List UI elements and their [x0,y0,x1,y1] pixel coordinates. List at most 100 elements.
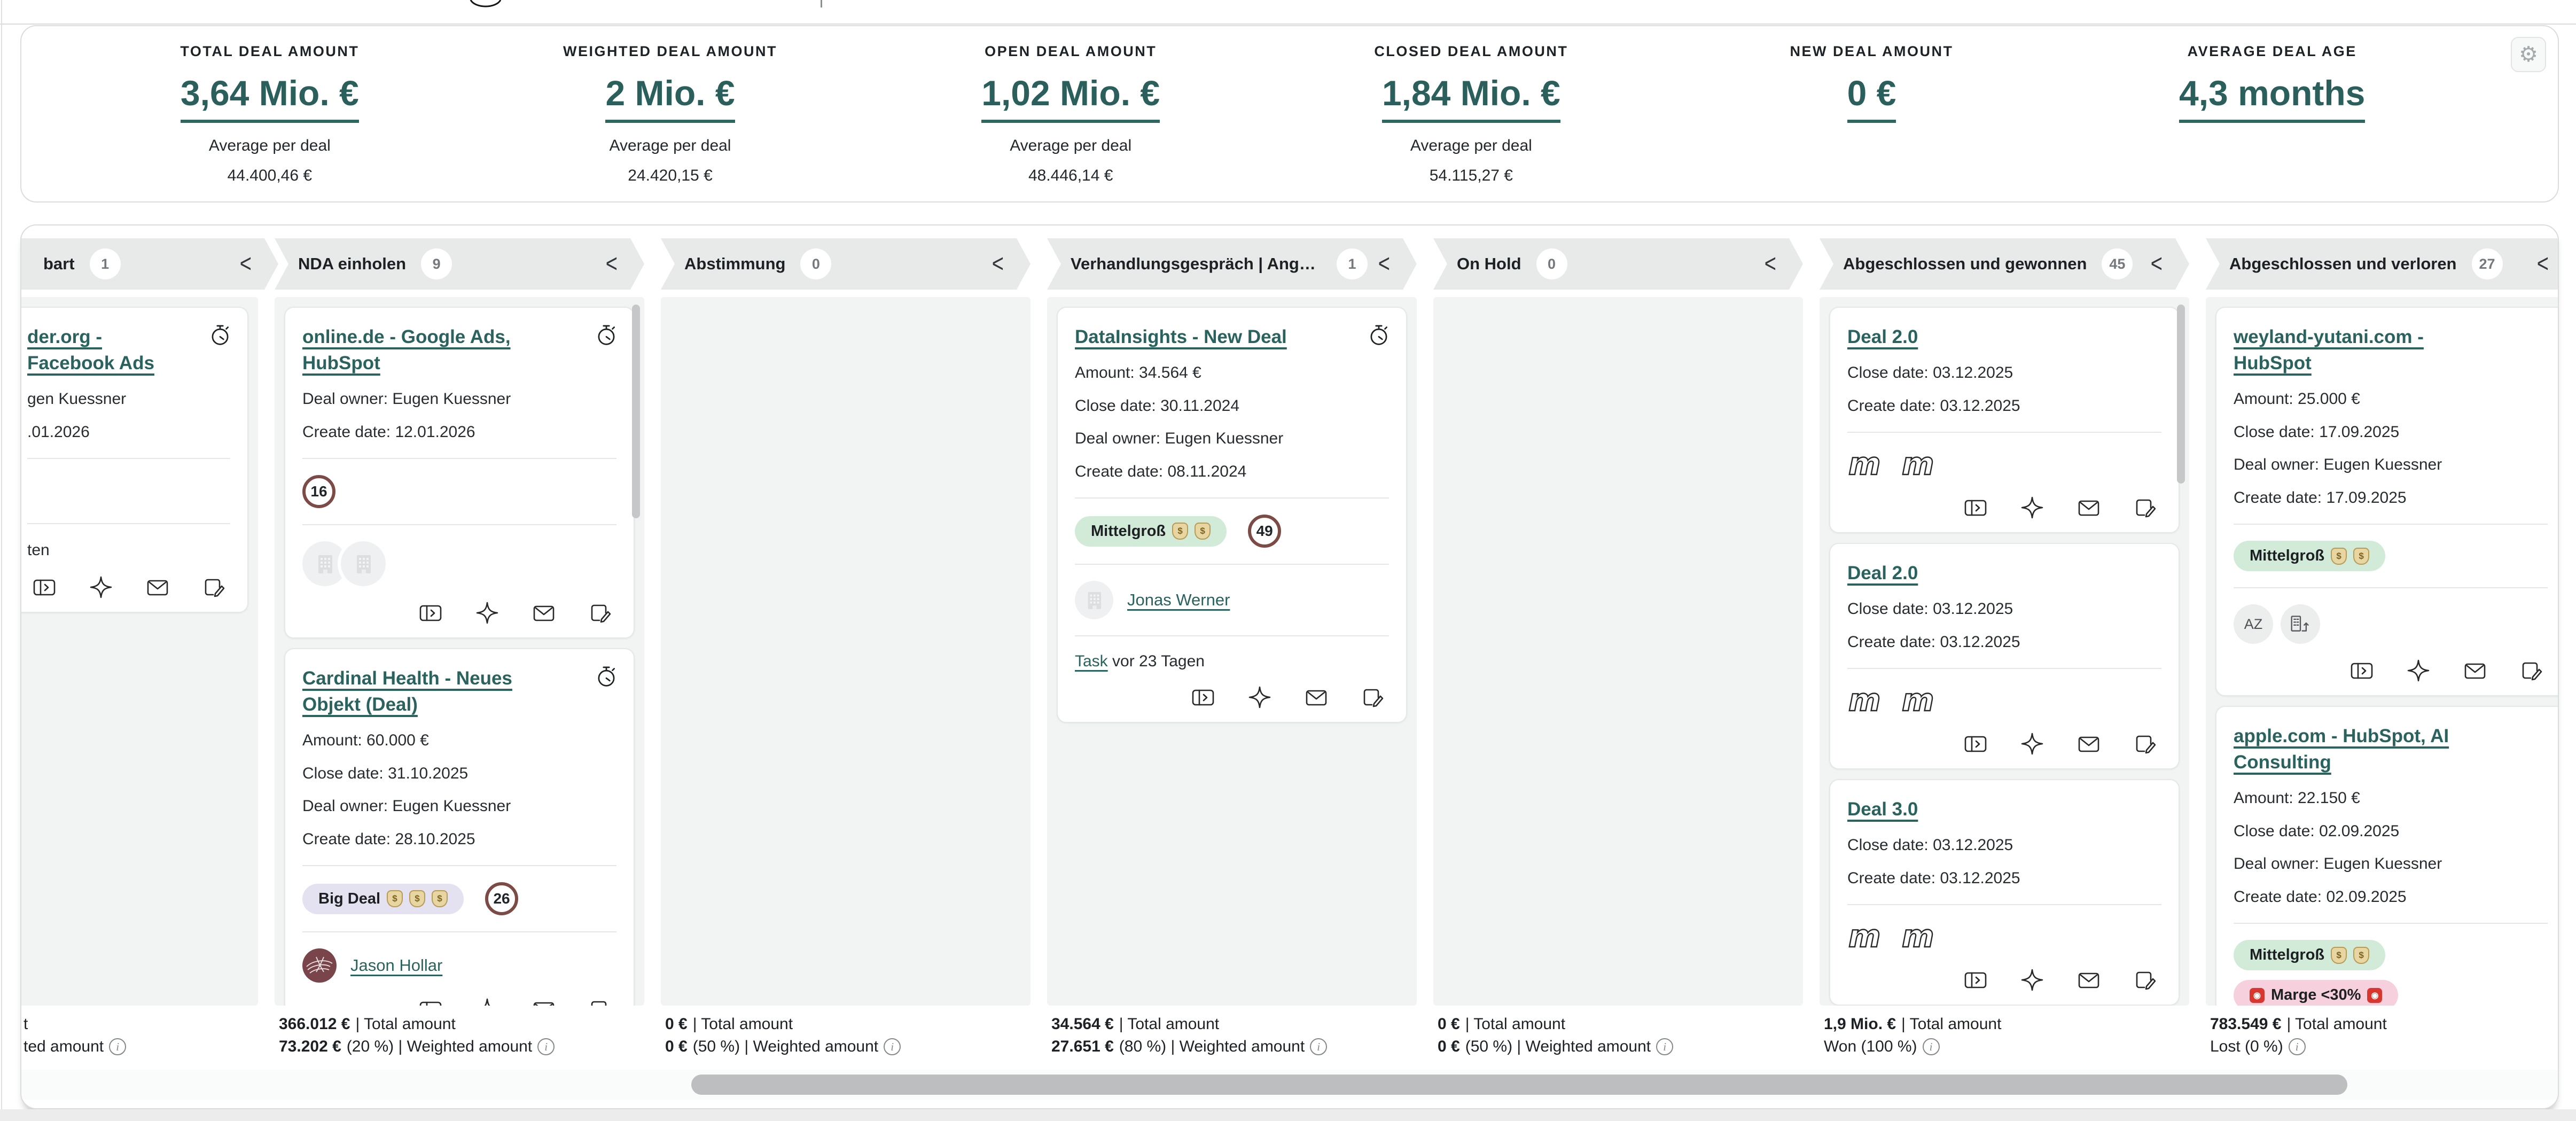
svg-text:m: m [1848,449,1880,481]
ai-sparkle-icon[interactable] [1248,686,1271,709]
info-icon[interactable]: i [537,1038,555,1055]
card-field: Close date: 17.09.2025 [2234,422,2548,442]
info-icon[interactable]: i [1923,1038,1940,1055]
info-icon[interactable]: i [1310,1038,1327,1055]
preview-panel-icon[interactable] [2350,659,2374,682]
note-edit-icon[interactable] [2520,659,2543,682]
total-amount-label: | Total amount [2286,1015,2386,1033]
metric-value-link[interactable]: 3,64 Mio. € [181,73,359,123]
collapse-column-icon[interactable]: < [1378,250,1390,278]
deal-card[interactable]: Cardinal Health - Neues Objekt (Deal) Am… [284,648,635,1006]
metric-value-link[interactable]: 4,3 months [2179,73,2365,123]
info-icon[interactable]: i [884,1038,901,1055]
email-icon[interactable] [2077,732,2101,756]
card-field: Close date: 03.12.2025 [1847,363,2161,383]
collapse-column-icon[interactable]: < [606,250,618,278]
preview-panel-icon[interactable] [1964,968,1987,992]
horizontal-scrollbar-thumb[interactable] [691,1075,2347,1095]
preview-panel-icon[interactable] [419,601,442,625]
deal-title-link[interactable]: DataInsights - New Deal [1075,326,1287,347]
deal-card[interactable]: online.de - Google Ads, HubSpot Deal own… [284,307,635,639]
stage-name: Abgeschlossen und gewonnen [1843,254,2087,274]
deal-card[interactable]: DataInsights - New Deal Amount: 34.564 €… [1057,307,1407,723]
deal-title-link[interactable]: Deal 2.0 [1847,563,1918,583]
collapse-column-icon[interactable]: < [1765,250,1776,278]
metric-total-deal-amount: TOTAL DEAL AMOUNT 3,64 Mio. € Average pe… [69,43,470,185]
note-edit-icon[interactable] [2134,968,2157,992]
preview-panel-icon[interactable] [1964,496,1987,519]
ai-sparkle-icon[interactable] [2020,496,2044,519]
note-edit-icon[interactable] [2134,732,2157,756]
info-icon[interactable]: i [1656,1038,1673,1055]
stage-chip-clipped: bart 1 < [20,238,278,290]
email-icon[interactable] [146,575,169,599]
deal-title-link[interactable]: Cardinal Health - Neues Objekt (Deal) [302,668,512,715]
ai-sparkle-icon[interactable] [475,601,499,625]
ai-sparkle-icon[interactable] [2407,659,2430,682]
stopwatch-icon [208,322,232,346]
metric-value-link[interactable]: 0 € [1847,73,1896,123]
contact-link[interactable]: Jonas Werner [1127,590,1230,610]
email-icon[interactable] [1305,686,1328,709]
contact-link[interactable]: Jason Hollar [350,956,442,975]
stage-count-badge: 0 [800,248,831,279]
ai-sparkle-icon[interactable] [89,575,113,599]
card-field: Amount: 60.000 € [302,730,616,751]
collapse-column-icon[interactable]: < [992,250,1004,278]
preview-panel-icon[interactable] [419,998,442,1006]
column-scrollbar-thumb[interactable] [632,305,640,518]
card-field: Close date: 03.12.2025 [1847,835,2161,855]
card-actions [27,575,230,599]
email-icon[interactable] [532,998,556,1006]
deal-title-link[interactable]: online.de - Google Ads, HubSpot [302,326,511,373]
deal-card[interactable]: der.org - Facebook Ads gen Kuessner .01.… [20,307,248,613]
task-link[interactable]: Task [1075,652,1108,670]
collapse-column-icon[interactable]: < [2151,250,2163,278]
card-actions [302,601,616,625]
preview-panel-icon[interactable] [1191,686,1215,709]
deal-title-link[interactable]: der.org - Facebook Ads [27,326,154,373]
note-edit-icon[interactable] [589,601,612,625]
note-edit-icon[interactable] [1361,686,1385,709]
collapse-column-icon[interactable]: < [2537,250,2549,278]
metric-value-link[interactable]: 1,84 Mio. € [1382,73,1560,123]
metric-label: WEIGHTED DEAL AMOUNT [470,43,871,60]
note-edit-icon[interactable] [202,575,226,599]
ai-sparkle-icon[interactable] [2020,968,2044,992]
money-bag-icon: $ [2331,548,2347,565]
card-field: Create date: 03.12.2025 [1847,868,2161,889]
deal-title-link[interactable]: apple.com - HubSpot, AI Consulting [2234,726,2449,773]
ai-sparkle-icon[interactable] [475,998,499,1006]
note-edit-icon[interactable] [2134,496,2157,519]
collapse-column-icon[interactable]: < [240,250,252,278]
email-icon[interactable] [2077,496,2101,519]
deal-card[interactable]: Deal 2.0 Close date: 03.12.2025 Create d… [1829,307,2180,533]
deal-title-link[interactable]: Deal 2.0 [1847,326,1918,347]
won-percentage-label: Won (100 %) [1824,1038,1917,1056]
deal-title-link[interactable]: weyland-yutani.com - HubSpot [2234,326,2424,373]
deal-card[interactable]: weyland-yutani.com - HubSpot Amount: 25.… [2215,307,2559,696]
ai-sparkle-icon[interactable] [2020,732,2044,756]
info-icon[interactable]: i [109,1038,126,1055]
deal-card[interactable]: Deal 2.0 Close date: 03.12.2025 Create d… [1829,543,2180,769]
email-icon[interactable] [532,601,556,625]
deal-title-link[interactable]: Deal 3.0 [1847,799,1918,820]
settings-button[interactable]: ⚙ [2511,37,2546,72]
info-icon[interactable]: i [2289,1038,2306,1055]
total-amount-label: | Total amount [355,1015,455,1033]
column-totals-bar: t ted amount i 366.012 € | Total amount … [21,1006,2558,1070]
svg-text:m: m [1902,921,1934,953]
note-edit-icon[interactable] [589,998,612,1006]
card-actions [1847,732,2161,756]
email-icon[interactable] [2077,968,2101,992]
preview-panel-icon[interactable] [1964,732,1987,756]
deal-card[interactable]: apple.com - HubSpot, AI Consulting Amoun… [2215,706,2559,1006]
metric-value-link[interactable]: 1,02 Mio. € [981,73,1160,123]
preview-panel-icon[interactable] [33,575,56,599]
deal-card[interactable]: Deal 3.0 Close date: 03.12.2025 Create d… [1829,779,2180,1006]
email-icon[interactable] [2463,659,2487,682]
card-field: Create date: 03.12.2025 [1847,396,2161,416]
money-bag-icon: $ [432,890,448,907]
metric-value-link[interactable]: 2 Mio. € [605,73,735,123]
column-scrollbar-thumb[interactable] [2177,305,2185,484]
